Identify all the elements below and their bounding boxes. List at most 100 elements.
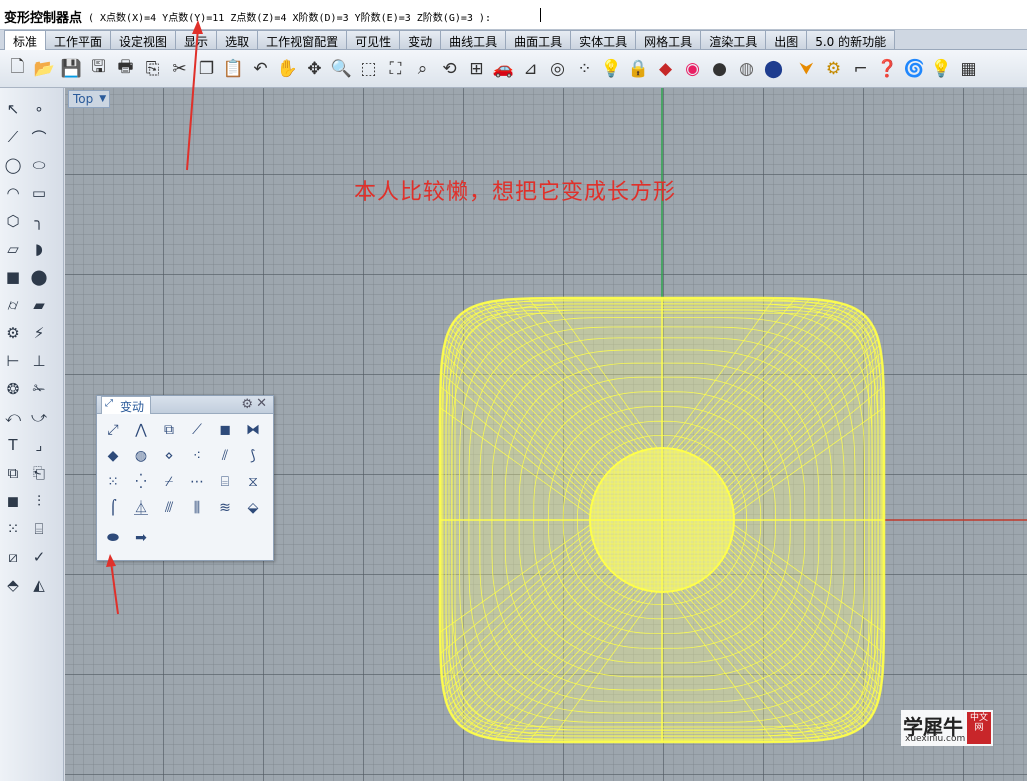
- polygon-icon[interactable]: ⬡: [0, 208, 26, 234]
- analyze-icon[interactable]: ⫶: [26, 488, 52, 514]
- tab-new-in-v5[interactable]: 5.0 的新功能: [806, 30, 896, 49]
- array-curve-icon[interactable]: ⋯: [185, 470, 209, 494]
- close-icon[interactable]: ✕: [256, 396, 267, 411]
- group-icon[interactable]: ⧉: [0, 460, 26, 486]
- tab-cplanes[interactable]: 工作平面: [45, 30, 112, 49]
- tab-render-tools[interactable]: 渲染工具: [700, 30, 767, 49]
- offset-curve-icon[interactable]: ⤺: [0, 404, 26, 430]
- circle-icon[interactable]: ◯: [0, 152, 26, 178]
- zoom-dynamic-icon[interactable]: 🔍: [328, 55, 355, 83]
- smooth-icon[interactable]: ⫼: [185, 496, 209, 520]
- rendered-sphere-icon[interactable]: ⬤: [760, 55, 787, 83]
- undo-icon[interactable]: ↶: [247, 55, 274, 83]
- rotate-view-icon[interactable]: ✥: [301, 55, 328, 83]
- tab-drafting[interactable]: 出图: [765, 30, 808, 49]
- text-icon[interactable]: T: [0, 432, 26, 458]
- options-gear-icon[interactable]: ⚙: [820, 55, 847, 83]
- check-icon[interactable]: ✓: [26, 544, 52, 570]
- points-icon[interactable]: ⁘: [571, 55, 598, 83]
- four-viewports-icon[interactable]: ⊞: [463, 55, 490, 83]
- help-icon[interactable]: ❓: [874, 55, 901, 83]
- red-arrow-icon[interactable]: ➡: [129, 526, 153, 550]
- wireframe-object[interactable]: [438, 296, 886, 744]
- command-line[interactable]: 变形控制器点 ( X点数(X)=4 Y点数(Y)=11 Z点数(Z)=4 X阶数…: [0, 0, 1027, 30]
- copy-objects-icon[interactable]: ⧉: [157, 418, 181, 442]
- tab-viewport-layout[interactable]: 工作视窗配置: [257, 30, 348, 49]
- cylinder-icon[interactable]: ⌭: [0, 292, 26, 318]
- cage-icon[interactable]: ⌸: [26, 516, 52, 542]
- mirror-icon[interactable]: ⧓: [241, 418, 265, 442]
- gear-icon[interactable]: ⚙: [241, 397, 253, 412]
- import-icon[interactable]: ⎘: [139, 55, 166, 83]
- gears-icon[interactable]: ⚙: [0, 320, 26, 346]
- osnap-icon[interactable]: ◎: [544, 55, 571, 83]
- tab-standard[interactable]: 标准: [4, 30, 47, 50]
- cplane-icon[interactable]: ⊿: [517, 55, 544, 83]
- flow-icon[interactable]: ⌠: [101, 496, 125, 520]
- save-icon[interactable]: 💾: [58, 55, 85, 83]
- spiral-icon[interactable]: 🌀: [901, 55, 928, 83]
- surface-loft-icon[interactable]: ◗: [26, 236, 52, 262]
- boolean-icon[interactable]: ❂: [0, 376, 26, 402]
- box-solid-icon[interactable]: ■: [0, 264, 26, 290]
- polar-array-icon[interactable]: ⁛: [129, 470, 153, 494]
- tab-curve-tools[interactable]: 曲线工具: [440, 30, 507, 49]
- dimension-tool-icon[interactable]: ⊥: [26, 348, 52, 374]
- cube-blue-icon[interactable]: ◼: [0, 488, 26, 514]
- cage-box-icon[interactable]: ⬬: [101, 526, 125, 550]
- move-icon[interactable]: ⤢: [101, 418, 125, 442]
- rotate-2d-icon[interactable]: ◆: [101, 444, 125, 468]
- shear-icon[interactable]: ⧄: [0, 544, 26, 570]
- blend-curve-icon[interactable]: ⤻: [26, 404, 52, 430]
- rectangle-icon[interactable]: ▭: [26, 180, 52, 206]
- wave-icon[interactable]: ≋: [213, 496, 237, 520]
- light-bulb-icon[interactable]: 💡: [598, 55, 625, 83]
- scale-1d-icon[interactable]: ⟋: [185, 418, 209, 442]
- render-shape-icon[interactable]: ⬘: [0, 572, 26, 598]
- polyline-icon[interactable]: ⟋: [0, 124, 26, 150]
- tab-transform[interactable]: 变动: [399, 30, 442, 49]
- undo-view-icon[interactable]: ⟲: [436, 55, 463, 83]
- properties-icon[interactable]: ▦: [955, 55, 982, 83]
- mesh-plane-icon[interactable]: ▰: [26, 292, 52, 318]
- shear-tool-icon[interactable]: ⫽: [213, 444, 237, 468]
- trim-icon[interactable]: ✁: [26, 376, 52, 402]
- cage-edit-icon[interactable]: ⌸: [213, 470, 237, 494]
- tab-mesh-tools[interactable]: 网格工具: [635, 30, 702, 49]
- new-file-icon[interactable]: 🗋: [4, 55, 31, 83]
- dimension-linear-icon[interactable]: ⊢: [0, 348, 26, 374]
- point-icon[interactable]: ∘: [26, 96, 52, 122]
- select-arrow-icon[interactable]: ↖: [0, 96, 26, 122]
- array-icon[interactable]: ⁙: [0, 516, 26, 542]
- save-as-icon[interactable]: 🖫: [85, 55, 112, 83]
- splop-icon[interactable]: ⫻: [157, 496, 181, 520]
- dimension-icon[interactable]: ⌐: [847, 55, 874, 83]
- zoom-selected-icon[interactable]: ⌕: [409, 55, 436, 83]
- shade-sphere-icon[interactable]: ●: [706, 55, 733, 83]
- arc-icon[interactable]: ◠: [0, 180, 26, 206]
- cursor-options-icon[interactable]: ⮟: [793, 55, 820, 83]
- stretch-icon[interactable]: ⏅: [129, 496, 153, 520]
- zoom-window-icon[interactable]: ⬚: [355, 55, 382, 83]
- surface-corner-icon[interactable]: ▱: [0, 236, 26, 262]
- array-grid-icon[interactable]: ⁙: [101, 470, 125, 494]
- orient-icon[interactable]: ◭: [26, 572, 52, 598]
- tab-surface-tools[interactable]: 曲面工具: [505, 30, 572, 49]
- tab-solid-tools[interactable]: 实体工具: [570, 30, 637, 49]
- sphere-solid-icon[interactable]: ⬤: [26, 264, 52, 290]
- light-icon[interactable]: 💡: [928, 55, 955, 83]
- print-icon[interactable]: 🖶: [112, 55, 139, 83]
- pan-hand-icon[interactable]: ✋: [274, 55, 301, 83]
- orient-points-icon[interactable]: ⋄: [157, 444, 181, 468]
- command-params[interactable]: ( X点数(X)=4 Y点数(Y)=11 Z点数(Z)=4 X阶数(D)=3 Y…: [88, 9, 491, 24]
- render-sphere-icon[interactable]: ◍: [733, 55, 760, 83]
- curve-cv-icon[interactable]: ⌒: [26, 124, 52, 150]
- align-icon[interactable]: ⁖: [185, 444, 209, 468]
- fillet-curve-icon[interactable]: ╮: [26, 208, 52, 234]
- lightning-icon[interactable]: ⚡: [26, 320, 52, 346]
- open-folder-icon[interactable]: 📂: [31, 55, 58, 83]
- tab-visibility[interactable]: 可见性: [346, 30, 401, 49]
- layers-icon[interactable]: ◆: [652, 55, 679, 83]
- paste-icon[interactable]: 📋: [220, 55, 247, 83]
- rotate-3d-icon[interactable]: ◍: [129, 444, 153, 468]
